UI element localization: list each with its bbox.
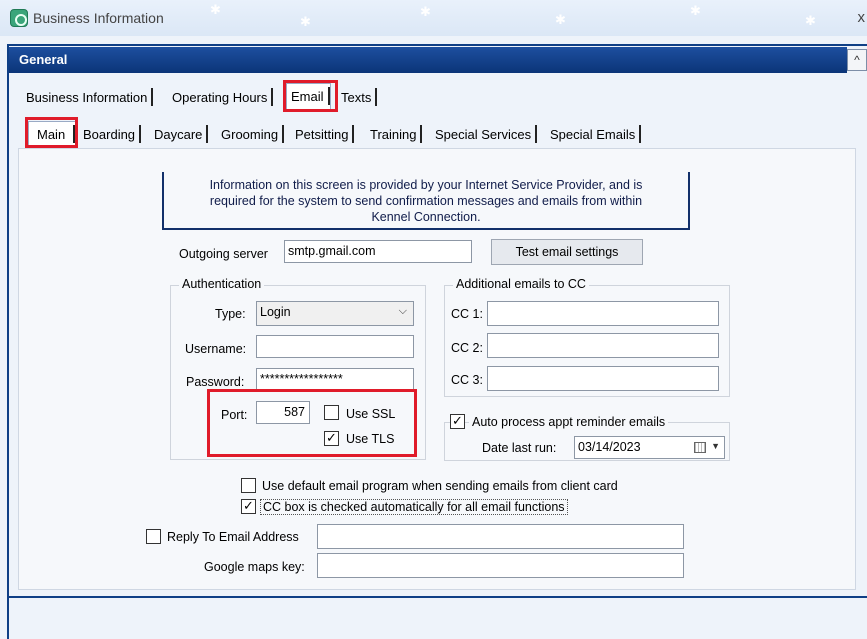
- cc-box-auto-checkbox[interactable]: ✓: [241, 499, 256, 514]
- highlight-email-tab: [283, 80, 338, 112]
- snowflake-decoration: ✱: [210, 2, 221, 17]
- snowflake-decoration: ✱: [555, 12, 566, 27]
- authentication-group-title: Authentication: [179, 277, 265, 291]
- reply-to-input[interactable]: [317, 524, 684, 549]
- cc1-label: CC 1:: [451, 307, 483, 321]
- close-icon[interactable]: x: [858, 9, 866, 26]
- date-last-run-picker[interactable]: 03/14/2023 ▼: [574, 436, 725, 459]
- cc1-input[interactable]: [487, 301, 719, 326]
- reply-to-checkbox[interactable]: [146, 529, 161, 544]
- username-input[interactable]: [256, 335, 414, 358]
- google-maps-key-input[interactable]: [317, 553, 684, 578]
- bottom-border: [9, 596, 867, 598]
- password-label: Password:: [186, 375, 245, 389]
- tab-special-services[interactable]: Special Services: [431, 122, 538, 146]
- tab-operating-hours[interactable]: Operating Hours: [168, 85, 274, 109]
- tab-texts[interactable]: Texts: [337, 85, 378, 109]
- info-line: Information on this screen is provided b…: [209, 178, 643, 192]
- highlight-main-tab: [25, 117, 78, 148]
- outgoing-server-label: Outgoing server: [179, 247, 268, 261]
- highlight-port-tls: [207, 389, 417, 457]
- cc2-label: CC 2:: [451, 341, 483, 355]
- chevron-down-icon: ⌵: [398, 305, 407, 317]
- tab-daycare[interactable]: Daycare: [150, 122, 209, 146]
- section-header: General: [9, 47, 847, 73]
- snowflake-decoration: ✱: [420, 4, 431, 19]
- auto-process-label: Auto process appt reminder emails: [469, 415, 669, 429]
- tab-boarding[interactable]: Boarding: [79, 122, 142, 146]
- tab-petsitting[interactable]: Petsitting: [291, 122, 355, 146]
- google-maps-key-label: Google maps key:: [204, 560, 305, 574]
- cc3-label: CC 3:: [451, 373, 483, 387]
- date-last-run-value: 03/14/2023: [578, 440, 641, 454]
- dropdown-arrow-icon[interactable]: ▼: [711, 441, 720, 451]
- type-select-value: Login: [260, 305, 291, 319]
- calendar-icon[interactable]: [694, 442, 706, 453]
- collapse-button[interactable]: ^: [847, 49, 867, 71]
- info-line: required for the system to send confirma…: [209, 194, 643, 208]
- cc-group-title: Additional emails to CC: [453, 277, 589, 291]
- reply-to-label: Reply To Email Address: [167, 530, 299, 544]
- cc3-input[interactable]: [487, 366, 719, 391]
- app-icon: [10, 9, 28, 27]
- info-line: Kennel Connection.: [371, 210, 481, 224]
- test-email-settings-button[interactable]: Test email settings: [491, 239, 643, 265]
- tab-grooming[interactable]: Grooming: [217, 122, 285, 146]
- cc2-input[interactable]: [487, 333, 719, 358]
- type-select[interactable]: Login ⌵: [256, 301, 414, 326]
- snowflake-decoration: ✱: [690, 3, 701, 18]
- cc-box-auto-label: CC box is checked automatically for all …: [260, 499, 568, 515]
- snowflake-decoration: ✱: [805, 13, 816, 28]
- tab-training[interactable]: Training: [366, 122, 423, 146]
- window-title: Business Information: [33, 10, 164, 26]
- default-email-program-checkbox[interactable]: [241, 478, 256, 493]
- username-label: Username:: [185, 342, 247, 356]
- snowflake-decoration: ✱: [300, 14, 311, 29]
- default-email-program-label: Use default email program when sending e…: [262, 479, 618, 493]
- type-label: Type:: [215, 307, 246, 321]
- password-input[interactable]: *****************: [256, 368, 414, 391]
- date-last-run-label: Date last run:: [482, 441, 557, 455]
- auto-process-checkbox[interactable]: ✓: [450, 414, 465, 429]
- info-box: Information on this screen is provided b…: [162, 172, 690, 230]
- tab-business-information[interactable]: Business Information: [22, 85, 154, 109]
- tab-special-emails[interactable]: Special Emails: [546, 122, 642, 146]
- outgoing-server-input[interactable]: smtp.gmail.com: [284, 240, 472, 263]
